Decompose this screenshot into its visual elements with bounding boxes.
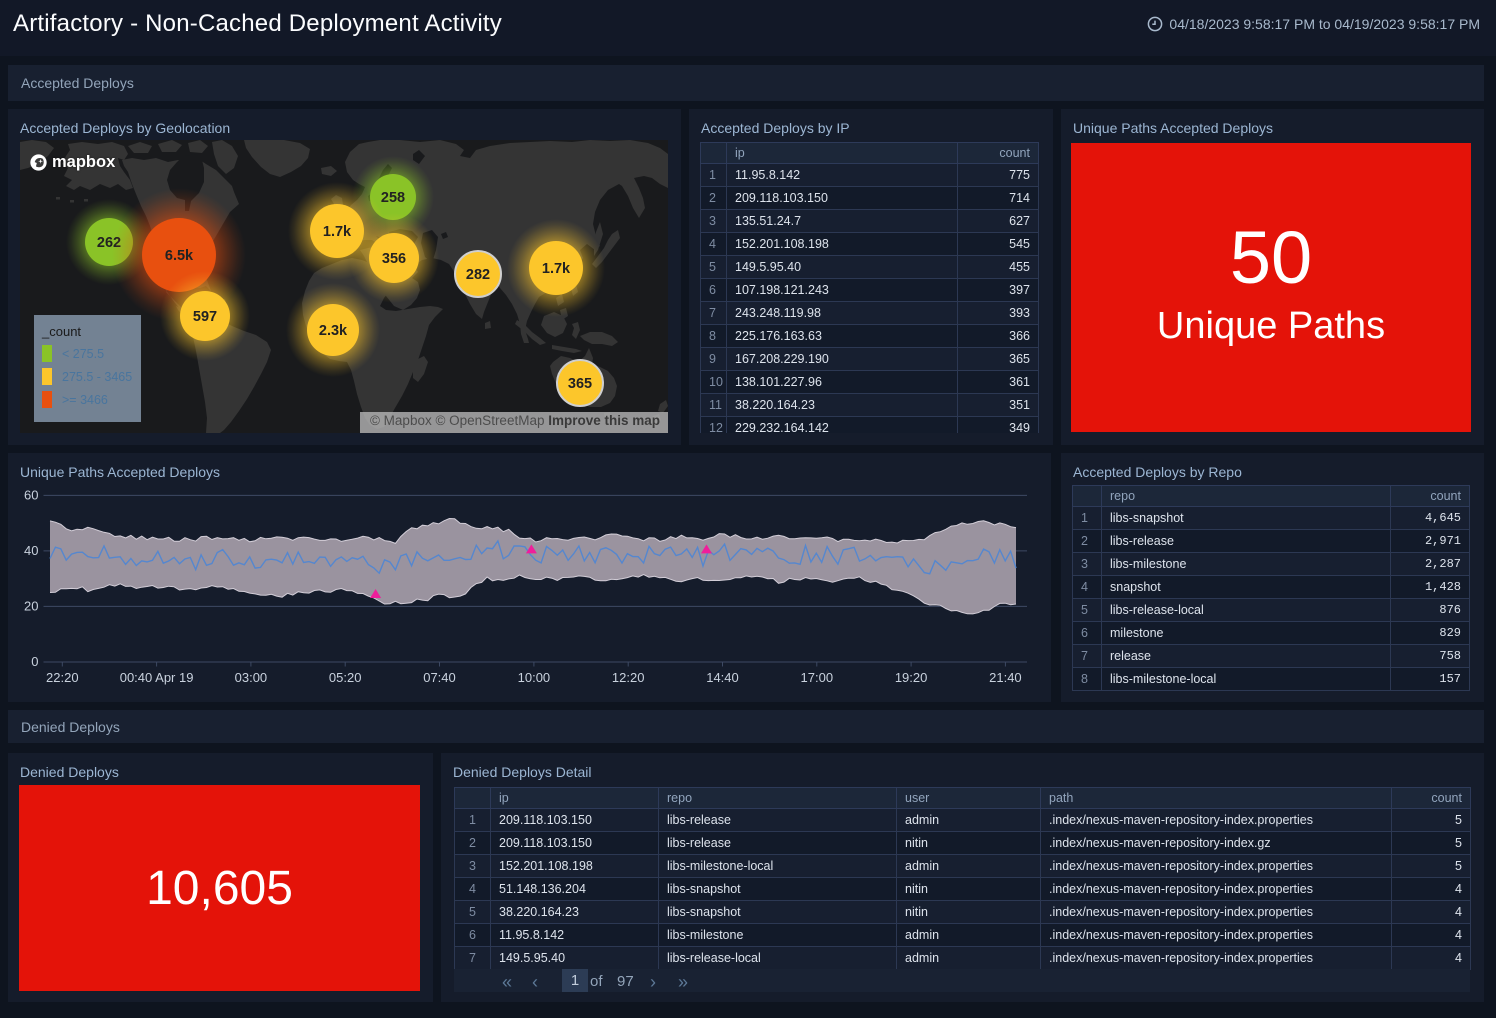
svg-text:597: 597 bbox=[193, 309, 217, 325]
svg-text:2.3k: 2.3k bbox=[319, 323, 348, 339]
svg-text:21:40: 21:40 bbox=[989, 670, 1022, 685]
svg-text:00:40 Apr 19: 00:40 Apr 19 bbox=[120, 670, 194, 685]
svg-text:22:20: 22:20 bbox=[46, 670, 79, 685]
svg-text:20: 20 bbox=[24, 598, 38, 613]
svg-text:1.7k: 1.7k bbox=[542, 261, 571, 277]
svg-text:14:40: 14:40 bbox=[706, 670, 739, 685]
svg-text:60: 60 bbox=[24, 487, 38, 502]
svg-text:19:20: 19:20 bbox=[895, 670, 928, 685]
svg-text:258: 258 bbox=[381, 190, 405, 206]
svg-text:1.7k: 1.7k bbox=[323, 224, 352, 240]
svg-text:282: 282 bbox=[466, 267, 490, 283]
svg-text:356: 356 bbox=[382, 251, 406, 267]
svg-text:03:00: 03:00 bbox=[235, 670, 268, 685]
svg-text:6.5k: 6.5k bbox=[165, 248, 194, 264]
svg-text:12:20: 12:20 bbox=[612, 670, 645, 685]
svg-text:365: 365 bbox=[568, 376, 592, 392]
svg-text:10:00: 10:00 bbox=[518, 670, 551, 685]
svg-text:0: 0 bbox=[31, 654, 38, 669]
svg-text:17:00: 17:00 bbox=[801, 670, 834, 685]
svg-text:07:40: 07:40 bbox=[423, 670, 456, 685]
svg-text:05:20: 05:20 bbox=[329, 670, 362, 685]
svg-text:40: 40 bbox=[24, 543, 38, 558]
